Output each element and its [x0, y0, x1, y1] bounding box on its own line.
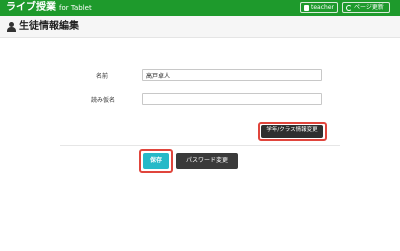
- save-button[interactable]: 保存: [143, 153, 169, 169]
- reload-label: ページ更新: [354, 4, 384, 11]
- app-brand: ライブ授業 for Tablet: [6, 2, 92, 14]
- reload-page-button[interactable]: ページ更新: [342, 2, 390, 13]
- teacher-label: teacher: [311, 4, 334, 11]
- brand-title: ライブ授業: [6, 2, 56, 13]
- app-header: ライブ授業 for Tablet teacher ページ更新: [0, 0, 400, 16]
- teacher-menu-button[interactable]: teacher: [300, 2, 338, 13]
- divider: [60, 145, 340, 146]
- user-icon-body: [7, 27, 16, 32]
- page-title: 生徒情報編集: [19, 21, 79, 32]
- reload-icon: [346, 4, 352, 11]
- name-label: 名前: [96, 73, 109, 80]
- user-icon: [7, 22, 16, 32]
- title-bar: 生徒情報編集: [0, 16, 400, 38]
- kana-field[interactable]: [142, 93, 322, 105]
- grade-class-change-button[interactable]: 学年/クラス情報変更: [261, 125, 323, 138]
- page: ライブ授業 for Tablet teacher ページ更新 生徒情報編集 名前 …: [0, 0, 400, 251]
- kana-label: 読み仮名: [91, 97, 116, 104]
- change-password-button[interactable]: パスワード変更: [176, 153, 238, 169]
- name-field[interactable]: [142, 69, 322, 81]
- account-box-icon: [304, 4, 310, 11]
- brand-subtitle: for Tablet: [59, 4, 92, 12]
